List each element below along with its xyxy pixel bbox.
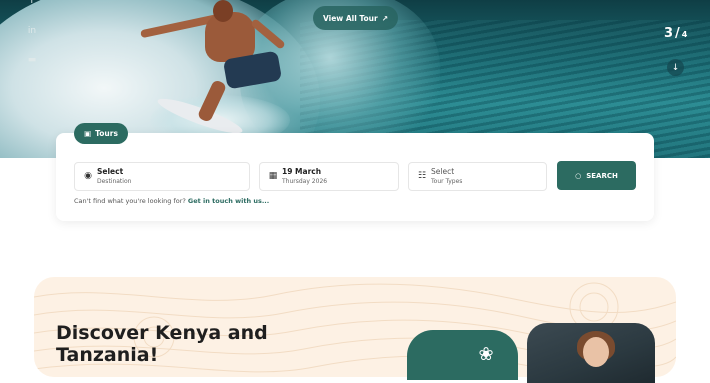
- scroll-down-button[interactable]: ↓: [667, 59, 684, 76]
- slide-current: 3: [664, 26, 674, 41]
- tour-type-label: Select: [431, 167, 455, 176]
- tab-tours-label: Tours: [95, 129, 118, 138]
- slide-separator: /: [675, 26, 680, 41]
- slide-counter: 3/4: [664, 22, 687, 41]
- date-label: 19 March: [282, 167, 322, 176]
- view-all-label: View All Tour: [322, 13, 378, 23]
- promo-title-line2: Tanzania!: [56, 344, 159, 366]
- help-text: Can't find what you're looking for? Get …: [74, 197, 269, 205]
- safari-logo-icon: ❀: [478, 344, 494, 365]
- list-icon: ☷: [417, 171, 427, 181]
- destination-select[interactable]: ◉ Select Destination: [74, 162, 250, 191]
- search-icon: ○: [575, 171, 582, 180]
- calendar-icon: ▦: [268, 171, 278, 181]
- help-text-body: Can't find what you're looking for?: [74, 197, 186, 205]
- location-target-icon: ◉: [84, 171, 92, 181]
- search-button[interactable]: ○ SEARCH: [557, 161, 636, 190]
- tour-type-sub: Tour Types: [431, 178, 463, 185]
- promo-title-line1: Discover Kenya and: [56, 322, 268, 344]
- slide-total: 4: [681, 30, 688, 39]
- search-button-label: SEARCH: [586, 171, 618, 180]
- date-picker[interactable]: ▦ 19 March Thursday 2026: [259, 162, 399, 191]
- date-sub: Thursday 2026: [282, 178, 328, 185]
- youtube-icon[interactable]: ▬: [24, 53, 40, 67]
- linkedin-icon[interactable]: in: [24, 24, 40, 38]
- view-all-tour-button[interactable]: View All Tour ↗: [313, 6, 398, 30]
- promo-card-green: ❀: [407, 330, 518, 380]
- arrow-up-right-icon: ↗: [381, 13, 389, 23]
- tour-type-select[interactable]: ☷ Select Tour Types: [408, 162, 547, 191]
- contact-link[interactable]: Get in touch with us...: [188, 197, 269, 205]
- luggage-icon: ▣: [84, 129, 92, 138]
- tab-tours[interactable]: ▣ Tours: [74, 123, 128, 144]
- destination-label: Select: [97, 167, 124, 176]
- person-face: [583, 337, 609, 367]
- promo-title: Discover Kenya and Tanzania!: [56, 322, 286, 366]
- destination-sub: Destination: [97, 178, 132, 185]
- arrow-down-icon: ↓: [671, 62, 680, 73]
- surfer-head: [213, 0, 233, 22]
- facebook-icon[interactable]: f: [24, 0, 40, 8]
- promo-photo: [527, 323, 655, 383]
